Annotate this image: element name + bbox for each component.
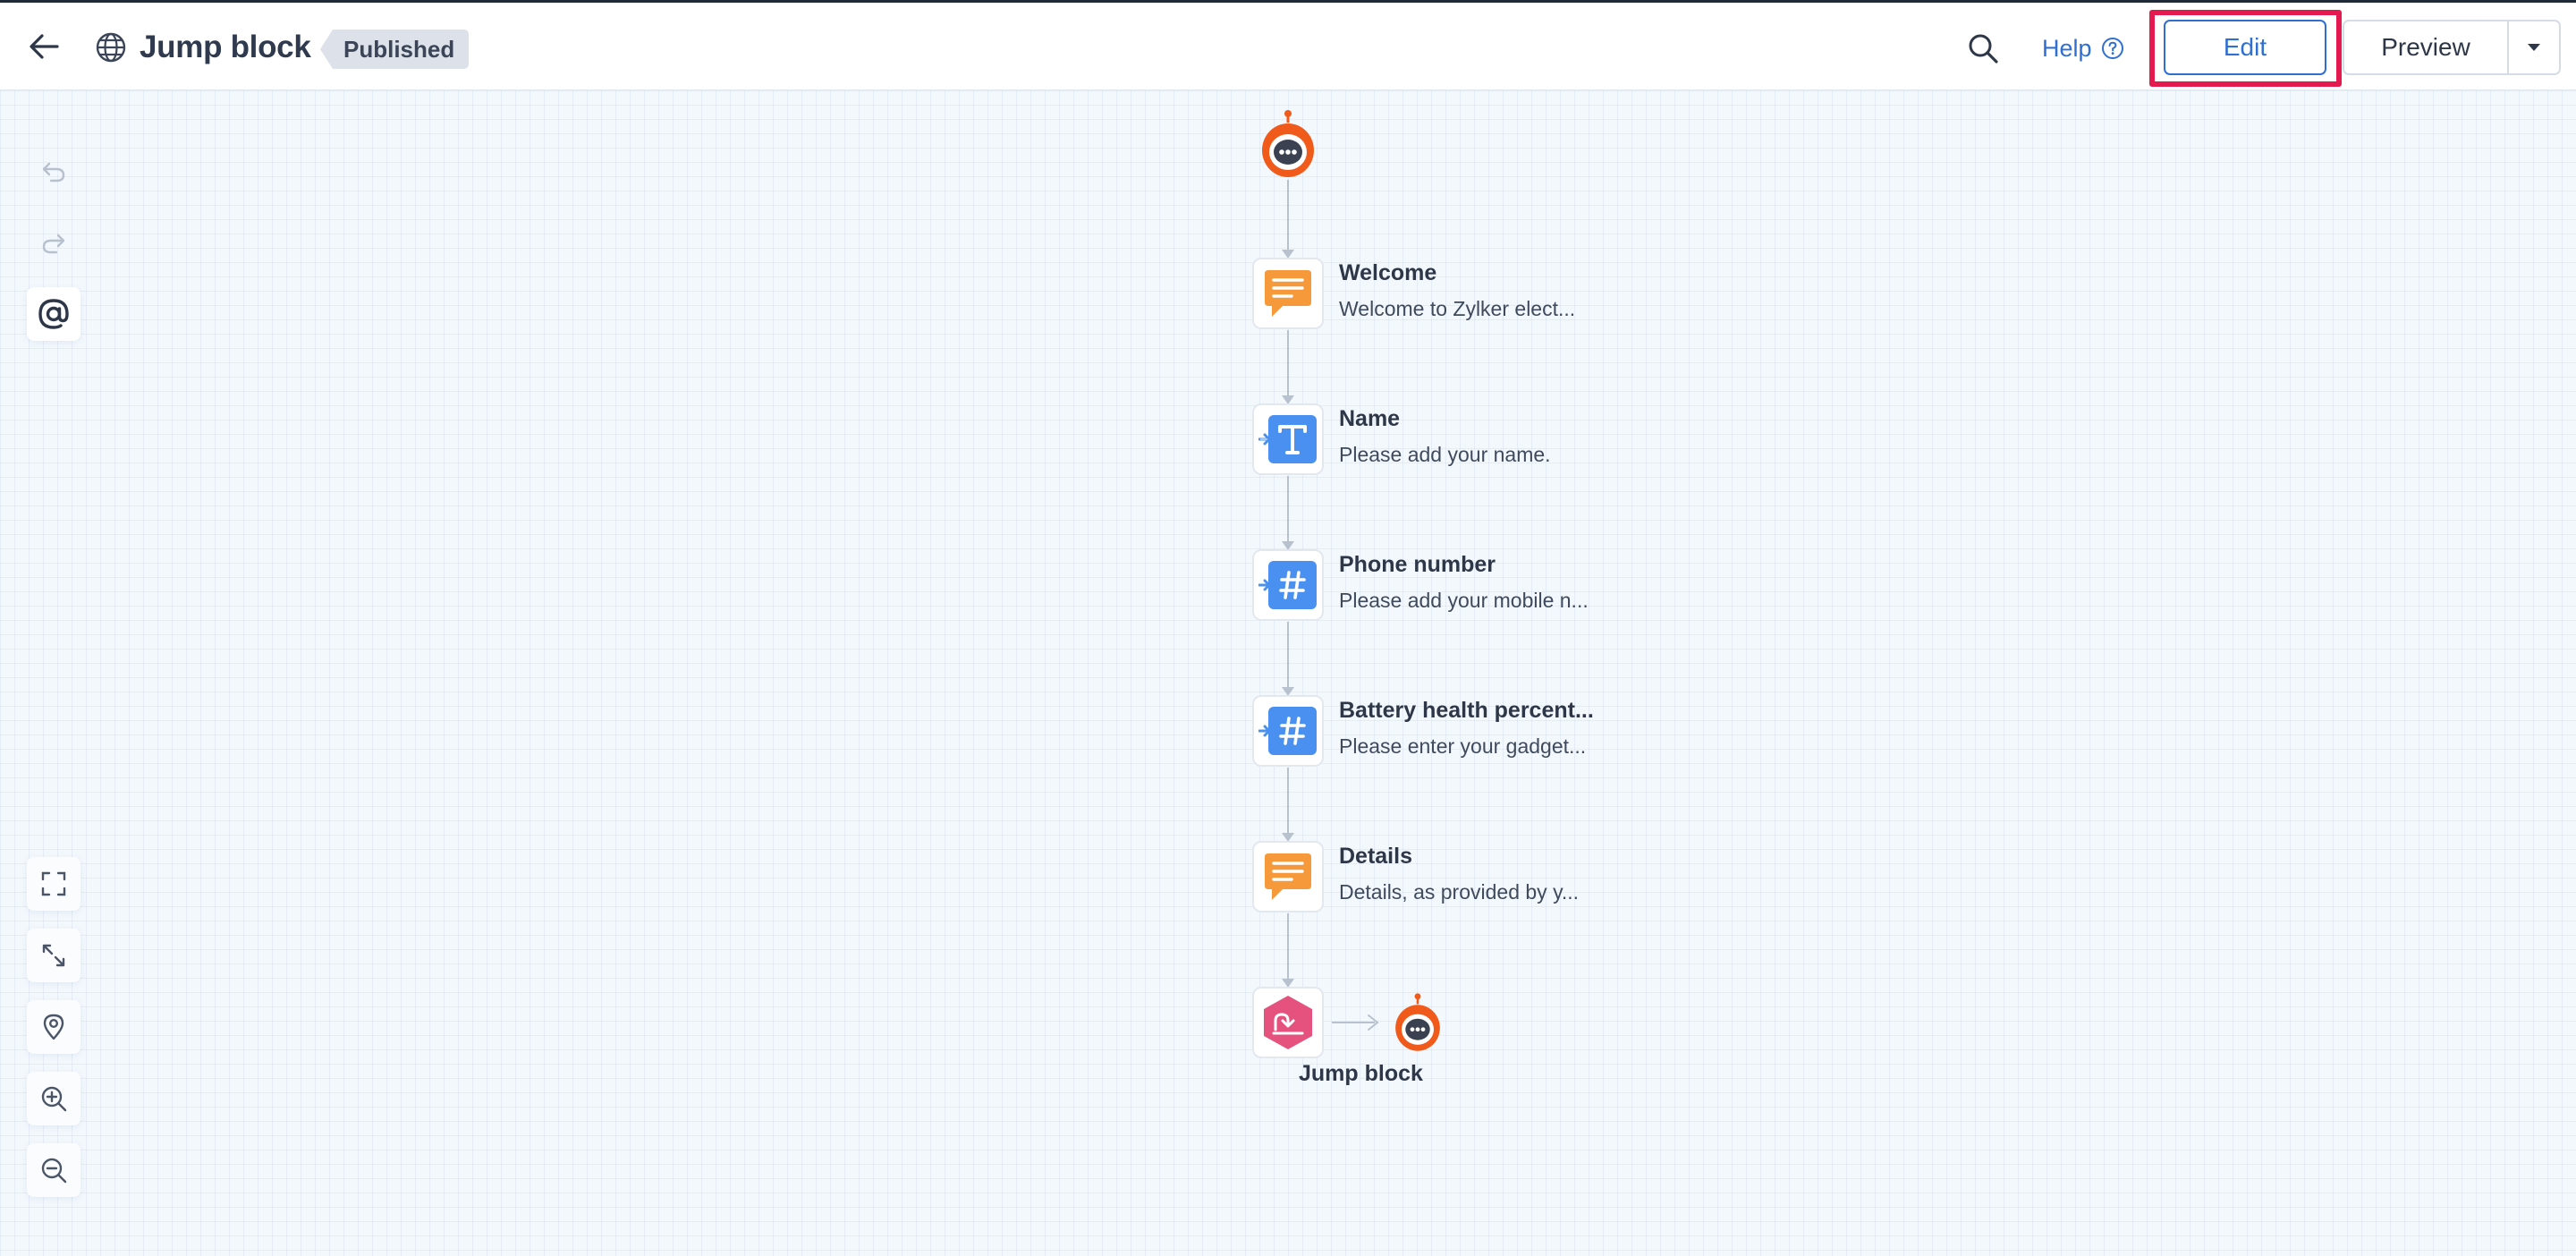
flow-canvas[interactable]: Welcome Welcome to Zylker elect... Name … [0,90,2576,1256]
flow-node-welcome[interactable] [1252,258,1324,329]
zoom-in-button[interactable] [27,1072,80,1125]
top-bar: Jump block Published Help Edit Preview [0,0,2576,90]
message-icon [1265,853,1311,900]
arrow-right-icon [1368,1014,1379,1031]
jump-icon [1264,996,1312,1049]
connector-line [1287,330,1289,398]
text-input-icon [1258,415,1317,463]
preview-button-group: Preview [2343,20,2561,75]
connector-line [1287,913,1289,981]
number-input-icon [1258,561,1317,609]
undo-button[interactable] [27,145,80,199]
fit-to-screen-button[interactable] [27,929,80,982]
globe-icon [93,30,129,65]
back-button[interactable] [20,22,68,71]
fullscreen-button[interactable] [27,857,80,911]
undo-icon [42,162,65,182]
bot-end-icon[interactable] [1391,991,1445,1054]
flow-node-phone-number[interactable] [1252,549,1324,621]
node-title: Name [1339,406,1401,431]
expand-icon [42,944,65,967]
connector-line [1287,622,1289,690]
redo-button[interactable] [27,216,80,270]
flow-node-jump-block[interactable] [1252,987,1324,1058]
question-circle-icon [2101,38,2123,59]
at-sign-icon [38,299,69,329]
number-input-icon [1258,707,1317,755]
page-title: Jump block [140,30,311,64]
redo-icon [42,233,65,254]
bot-start-icon[interactable] [1257,108,1319,180]
search-button[interactable] [1962,28,2004,69]
node-subtitle: Details, as provided by y... [1339,880,1580,904]
search-icon [1969,34,1998,64]
caret-down-icon [2528,44,2540,51]
arrow-left-icon [30,34,59,59]
jump-block-label: Jump block [1299,1061,1423,1086]
preview-button[interactable]: Preview [2344,33,2507,62]
mention-button[interactable] [27,287,80,341]
status-badge: Published [320,30,470,69]
preview-dropdown-toggle[interactable] [2509,43,2559,52]
node-subtitle: Welcome to Zylker elect... [1339,297,1576,320]
zoom-in-icon [41,1086,67,1112]
location-pin-icon [43,1014,64,1040]
zoom-out-icon [41,1158,67,1184]
flow-node-name[interactable] [1252,403,1324,475]
message-icon [1265,270,1311,317]
node-subtitle: Please add your mobile n... [1339,589,1589,612]
node-title: Details [1339,844,1412,869]
node-title: Welcome [1339,260,1437,285]
connector-line [1287,768,1289,836]
locate-start-button[interactable] [27,1000,80,1054]
edit-button[interactable]: Edit [2164,20,2326,75]
node-subtitle: Please enter your gadget... [1339,734,1587,758]
fullscreen-icon [41,871,66,896]
help-label: Help [2042,34,2092,62]
zoom-out-button[interactable] [27,1143,80,1197]
help-link[interactable]: Help [2042,30,2124,67]
flow-node-battery-health[interactable] [1252,695,1324,767]
connector-line [1287,476,1289,544]
node-title: Battery health percent... [1339,698,1594,723]
flow-node-details[interactable] [1252,841,1324,912]
connector-line [1287,180,1289,253]
node-subtitle: Please add your name. [1339,443,1551,466]
node-title: Phone number [1339,552,1496,577]
